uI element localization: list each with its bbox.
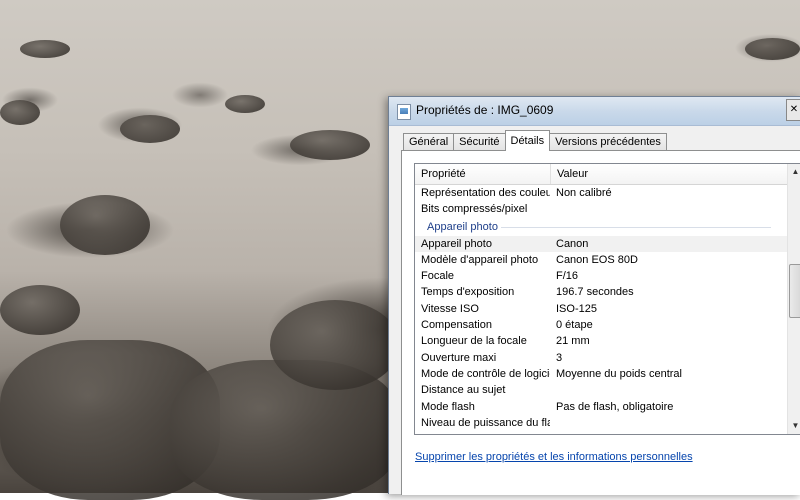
property-value: F/16	[556, 270, 579, 283]
tab-details[interactable]: Détails	[504, 130, 551, 151]
property-name: Représentation des couleurs	[421, 187, 550, 199]
list-row[interactable]: Vitesse ISO ISO-125	[415, 301, 800, 317]
property-value: 21 mm	[556, 335, 590, 348]
wallpaper-rock	[225, 95, 265, 113]
property-name: Temps d'exposition	[421, 286, 515, 299]
scroll-down-arrow-icon[interactable]: ▼	[788, 418, 800, 434]
list-row[interactable]: Niveau de puissance du flash	[415, 415, 800, 431]
properties-dialog: Propriétés de : IMG_0609 ✕ Général Sécur…	[388, 96, 800, 495]
wallpaper-rock	[270, 300, 400, 390]
property-name: Longueur de la focale	[421, 335, 527, 348]
wallpaper-rock	[0, 100, 40, 125]
list-row-selected[interactable]: Appareil photo Canon	[415, 235, 800, 252]
close-icon[interactable]: ✕	[786, 99, 800, 121]
scroll-up-arrow-icon[interactable]: ▲	[788, 164, 800, 180]
property-name: Compensation	[421, 319, 492, 332]
property-value: Canon	[556, 237, 589, 250]
property-value: Pas de flash, obligatoire	[556, 400, 674, 413]
remove-properties-link[interactable]: Supprimer les propriétés et les informat…	[415, 451, 693, 463]
property-value: 0 étape	[556, 319, 593, 332]
tab-strip: Général Sécurité Détails Versions précéd…	[403, 130, 667, 151]
property-value	[550, 415, 786, 431]
property-value: Canon EOS 80D	[556, 253, 638, 266]
column-header-value[interactable]: Valeur	[551, 164, 788, 184]
property-name: Bits compressés/pixel	[421, 203, 528, 216]
property-name: Distance au sujet	[421, 384, 506, 397]
list-row[interactable]: Longueur de la focale 21 mm	[415, 333, 800, 349]
list-header: Propriété Valeur	[415, 164, 800, 185]
tab-securite[interactable]: Sécurité	[453, 133, 506, 151]
wallpaper-rock	[120, 115, 180, 143]
list-row[interactable]: Mode flash Pas de flash, obligatoire	[415, 399, 800, 415]
vertical-scrollbar[interactable]: ▲ ▼	[787, 164, 800, 434]
list-row[interactable]: Compensation 0 étape	[415, 317, 800, 333]
title-bar[interactable]: Propriétés de : IMG_0609 ✕	[389, 97, 800, 126]
tab-general[interactable]: Général	[403, 133, 455, 151]
property-value: 196.7 secondes	[556, 286, 634, 299]
list-row[interactable]: Temps d'exposition 196.7 secondes	[415, 284, 800, 300]
list-row[interactable]: Mode de contrôle de logiciel Moyenne du …	[415, 366, 800, 382]
details-tab-panel: Propriété Valeur Représentation des coul…	[401, 150, 800, 495]
property-value	[550, 201, 786, 217]
property-name: Niveau de puissance du flash	[421, 416, 550, 429]
property-name: Vitesse ISO	[421, 302, 479, 315]
property-name: Appareil photo	[421, 237, 492, 250]
wallpaper-rock	[745, 38, 800, 60]
property-value	[550, 382, 786, 398]
wallpaper-rock	[0, 285, 80, 335]
wallpaper-rock	[20, 40, 70, 58]
property-name: Mode de contrôle de logiciel	[421, 367, 550, 380]
list-row[interactable]: Modèle d'appareil photo Canon EOS 80D	[415, 252, 800, 268]
wallpaper-rock	[60, 195, 150, 255]
property-name: Focale	[421, 270, 455, 283]
properties-window-icon	[397, 104, 411, 120]
list-row[interactable]: Ouverture maxi 3	[415, 350, 800, 366]
property-name: Ouverture maxi	[421, 351, 497, 364]
window-title: Propriétés de : IMG_0609	[416, 103, 554, 117]
property-name: Mode flash	[421, 400, 475, 413]
column-header-property[interactable]: Propriété	[415, 164, 551, 184]
group-heading-appareil-photo: Appareil photo	[415, 218, 800, 236]
list-row[interactable]: Focale F/16	[415, 268, 800, 284]
property-value: Moyenne du poids central	[556, 367, 682, 380]
list-row[interactable]: Distance au sujet	[415, 382, 800, 398]
wallpaper-rock	[290, 130, 370, 160]
list-row[interactable]: Représentation des couleurs Non calibré	[415, 185, 800, 201]
scroll-thumb[interactable]	[789, 264, 800, 318]
properties-list[interactable]: Propriété Valeur Représentation des coul…	[414, 163, 800, 435]
property-value: Non calibré	[556, 187, 612, 199]
property-value: 3	[556, 351, 563, 364]
list-row[interactable]: Bits compressés/pixel	[415, 201, 800, 217]
property-name: Modèle d'appareil photo	[421, 253, 539, 266]
property-value: ISO-125	[556, 302, 597, 315]
tab-versions-precedentes[interactable]: Versions précédentes	[549, 133, 667, 151]
